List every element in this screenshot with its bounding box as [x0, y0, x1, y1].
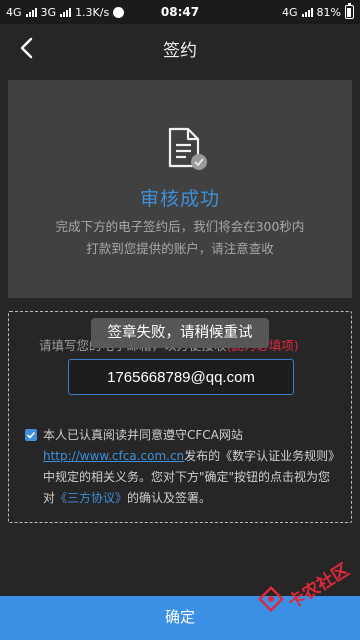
- signal-icon-2: [60, 7, 72, 17]
- watermark: 卡农社区: [256, 552, 360, 618]
- page-title: 签约: [163, 40, 197, 61]
- email-input[interactable]: [68, 359, 294, 395]
- status-bar: 4G 3G 1.3K/s 08:47 4G 81%: [0, 0, 360, 24]
- protocol-link[interactable]: 《三方协议》: [55, 491, 127, 505]
- chevron-left-icon: [20, 37, 33, 59]
- agreement-text-1: 本人已认真阅读并同意遵守CFCA网站: [43, 428, 243, 442]
- agreement-text-2: 发布的《数字认证业务规则》: [184, 449, 341, 463]
- result-title: 审核成功: [139, 188, 220, 210]
- document-check-icon: [168, 127, 207, 170]
- agreement-text-4: 的确认及签署。: [127, 491, 212, 505]
- top-bar: 签约: [0, 24, 360, 72]
- error-toast: 签章失败，请稍候重试: [91, 318, 269, 348]
- network-label-3: 4G: [282, 5, 298, 19]
- signal-icon: [25, 7, 37, 17]
- battery-percent: 81%: [316, 5, 341, 19]
- result-card: 审核成功 完成下方的电子签约后，我们将会在300秒内 打款到您提供的账户，请注意…: [8, 80, 352, 298]
- agree-checkbox[interactable]: [25, 429, 37, 441]
- result-desc-line-1: 完成下方的电子签约后，我们将会在300秒内: [55, 219, 305, 234]
- battery-icon: [345, 3, 354, 19]
- result-description: 完成下方的电子签约后，我们将会在300秒内 打款到您提供的账户，请注意查收: [8, 216, 352, 260]
- message-icon: [113, 2, 125, 18]
- network-label-1: 4G: [6, 5, 22, 19]
- network-speed: 1.3K/s: [75, 5, 110, 19]
- network-label-2: 3G: [40, 5, 57, 19]
- back-button[interactable]: [14, 34, 42, 62]
- watermark-logo-icon: [258, 586, 284, 612]
- checkmark-icon: [26, 431, 36, 439]
- agreement-text: 本人已认真阅读并同意遵守CFCA网站 http://www.cfca.com.c…: [43, 425, 341, 509]
- result-desc-line-2: 打款到您提供的账户，请注意查收: [86, 241, 274, 256]
- watermark-text: 卡农社区: [284, 560, 353, 614]
- signal-icon-3: [301, 7, 313, 17]
- cfca-link[interactable]: http://www.cfca.com.cn: [43, 449, 184, 463]
